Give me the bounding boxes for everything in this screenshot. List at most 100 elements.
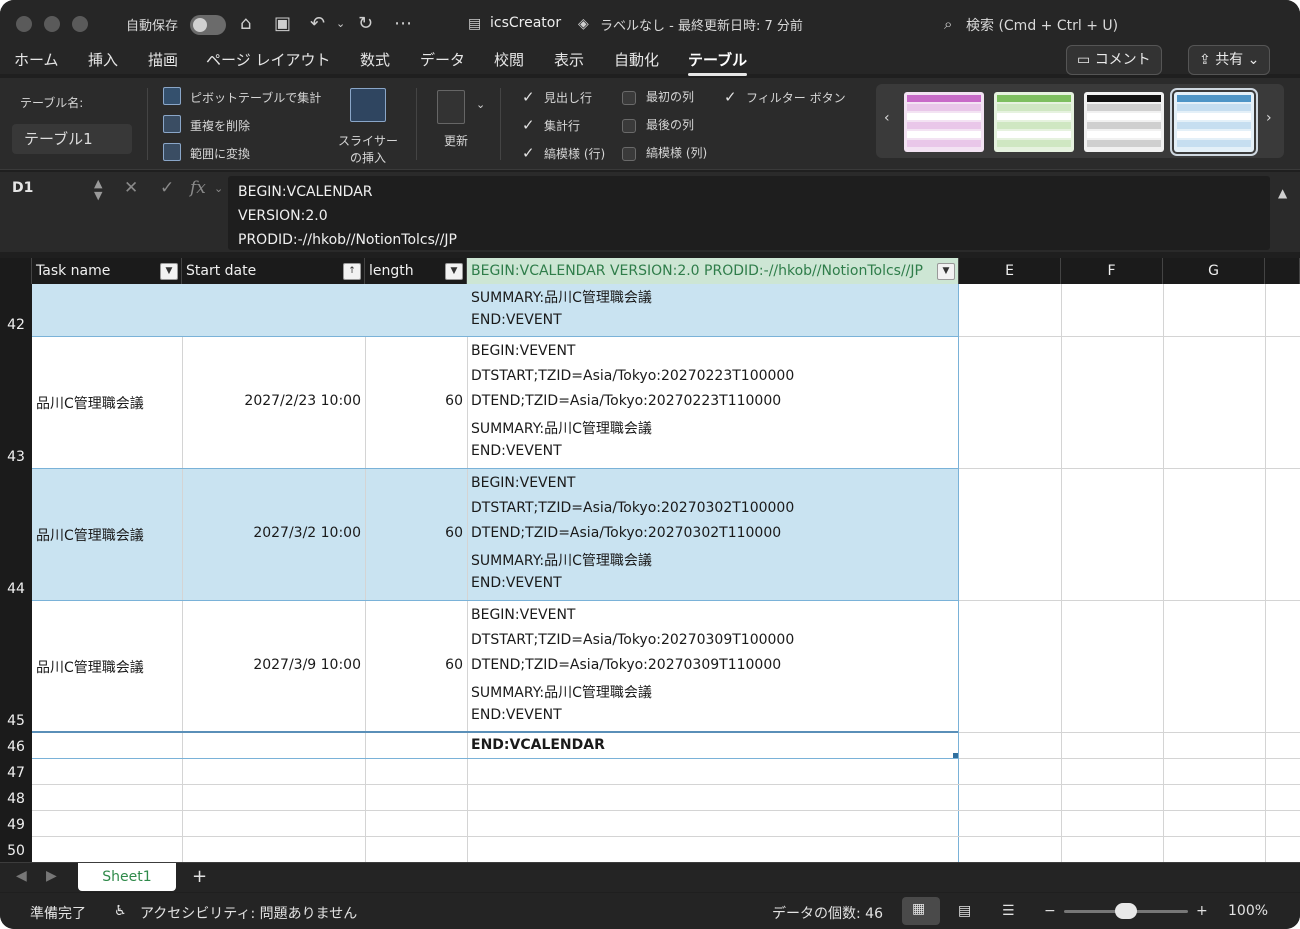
filter-dropdown-icon[interactable]: ▼ [160,263,178,280]
zoom-out-button[interactable]: − [1044,903,1056,919]
row-header-47[interactable]: 47 [0,758,32,784]
column-header-start-date[interactable]: Start date ↑ [182,258,365,284]
remove-duplicates-button[interactable]: 重複を削除 [190,117,250,134]
cancel-icon[interactable]: ✕ [124,178,138,198]
enter-icon[interactable]: ✓ [160,178,174,198]
cell-start-date[interactable]: 2027/3/2 10:00 [186,525,361,541]
more-icon[interactable]: ⋯ [394,12,412,36]
first-column-checkbox[interactable]: 最初の列 [622,88,694,105]
tab-view[interactable]: 表示 [554,49,584,70]
undo-icon[interactable]: ↶ [310,12,325,36]
table-resize-handle[interactable] [953,753,958,758]
cell-task-name[interactable]: 品川C管理職会議 [36,393,144,413]
cell-length[interactable]: 60 [369,525,463,541]
column-header-task-name[interactable]: Task name ▼ [32,258,182,284]
page-layout-view-icon[interactable]: ▤ [958,903,971,919]
select-all-corner[interactable] [0,258,32,284]
cell-d43-line[interactable]: END:VEVENT [471,443,562,459]
row-header-43[interactable]: 43 [0,336,32,468]
column-header-length[interactable]: length ▼ [365,258,467,284]
zoom-window-button[interactable] [72,16,88,32]
row-header-49[interactable]: 49 [0,810,32,836]
tab-formulas[interactable]: 数式 [360,49,390,70]
banded-columns-checkbox[interactable]: 縞模様 (列) [622,144,707,161]
row-header-44[interactable]: 44 [0,468,32,600]
filter-dropdown-icon[interactable]: ▼ [937,263,955,280]
collapse-formula-icon[interactable]: ▲ [1278,186,1287,200]
zoom-level[interactable]: 100% [1228,903,1268,919]
row-header-45[interactable]: 45 [0,600,32,732]
last-column-checkbox[interactable]: 最後の列 [622,116,694,133]
comment-button[interactable]: ▭ コメント [1066,45,1162,75]
add-sheet-button[interactable]: + [192,866,207,887]
cell-d43-line[interactable]: DTEND;TZID=Asia/Tokyo:20270223T110000 [471,393,781,409]
minimize-window-button[interactable] [44,16,60,32]
header-row-checkbox[interactable]: ✓ 見出し行 [522,88,592,106]
share-button[interactable]: ⇪ 共有 ⌄ [1188,45,1271,75]
accessibility-icon[interactable]: ♿ [114,903,127,919]
gallery-prev-icon[interactable]: ‹ [884,110,890,126]
sheet-tab-sheet1[interactable]: Sheet1 [78,863,176,891]
close-window-button[interactable] [16,16,32,32]
cell-d45-line[interactable]: DTSTART;TZID=Asia/Tokyo:20270309T100000 [471,632,794,648]
total-row-checkbox[interactable]: ✓ 集計行 [522,116,580,134]
refresh-button[interactable]: 更新 [444,132,468,149]
gallery-next-icon[interactable]: › [1266,110,1272,126]
insert-slicer-button[interactable]: スライサー の挿入 [338,132,398,166]
count-summary[interactable]: データの個数: 46 [772,903,883,923]
tab-home[interactable]: ホーム [14,49,59,70]
save-icon[interactable]: ▣ [274,12,291,36]
sort-ascending-icon[interactable]: ↑ [343,263,361,280]
cell-d45-line[interactable]: DTEND;TZID=Asia/Tokyo:20270309T110000 [471,657,781,673]
cell-d44-line[interactable]: DTEND;TZID=Asia/Tokyo:20270302T110000 [471,525,781,541]
accessibility-status[interactable]: アクセシビリティ: 問題ありません [140,903,357,923]
table-style-blue-selected[interactable] [1170,88,1258,156]
row-header-50[interactable]: 50 [0,836,32,862]
cell-d43-line[interactable]: SUMMARY:品川C管理職会議 [471,418,652,438]
cell-d45-line[interactable]: BEGIN:VEVENT [471,607,576,623]
table-style-green[interactable] [994,92,1074,152]
page-break-view-icon[interactable]: ☰ [1002,903,1015,919]
column-header-d-selected[interactable]: BEGIN:VCALENDAR VERSION:2.0 PRODID:-//hk… [467,258,959,284]
summarize-pivot-button[interactable]: ピボットテーブルで集計 [190,89,321,106]
home-icon[interactable]: ⌂ [240,12,251,36]
cell-length[interactable]: 60 [369,393,463,409]
row-header-46[interactable]: 46 [0,732,32,758]
row-header-42[interactable]: 42 [0,284,32,336]
table-style-purple[interactable] [904,92,984,152]
cell-d44-line[interactable]: SUMMARY:品川C管理職会議 [471,550,652,570]
cell-d43-line[interactable]: BEGIN:VEVENT [471,343,576,359]
filter-button-checkbox[interactable]: ✓ フィルター ボタン [724,88,846,106]
worksheet-grid[interactable]: Task name ▼ Start date ↑ length ▼ BEGIN:… [0,258,1300,862]
zoom-in-button[interactable]: + [1196,903,1208,919]
cell-d42-line[interactable]: SUMMARY:品川C管理職会議 [471,287,652,307]
cell-d45-line[interactable]: SUMMARY:品川C管理職会議 [471,682,652,702]
normal-view-button[interactable]: ▦ [902,897,940,925]
table-style-black[interactable] [1084,92,1164,152]
redo-icon[interactable]: ↻ [358,12,373,36]
function-dropdown-icon[interactable]: ⌄ [214,182,223,195]
cell-start-date[interactable]: 2027/2/23 10:00 [186,393,361,409]
column-header-h[interactable] [1265,258,1300,284]
next-sheet-icon[interactable]: ▶ [46,868,57,884]
tab-page-layout[interactable]: ページ レイアウト [206,49,330,70]
name-box-stepper-icon[interactable]: ▲ ▼ [94,178,102,202]
convert-to-range-button[interactable]: 範囲に変換 [190,145,250,162]
tab-data[interactable]: データ [420,49,465,70]
column-header-g[interactable]: G [1163,258,1265,284]
zoom-slider-thumb[interactable] [1115,903,1137,919]
cell-d44-line[interactable]: END:VEVENT [471,575,562,591]
name-box[interactable]: D1 [12,180,33,196]
column-header-e[interactable]: E [959,258,1061,284]
banded-rows-checkbox[interactable]: ✓ 縞模様 (行) [522,144,605,162]
cell-d45-line[interactable]: END:VEVENT [471,707,562,723]
refresh-dropdown-icon[interactable]: ⌄ [476,98,485,111]
search-field[interactable]: 検索 (Cmd + Ctrl + U) [966,15,1118,35]
table-name-input[interactable]: テーブル1 [12,124,132,154]
row-header-48[interactable]: 48 [0,784,32,810]
column-header-f[interactable]: F [1061,258,1163,284]
cell-d44-line[interactable]: DTSTART;TZID=Asia/Tokyo:20270302T100000 [471,500,794,516]
cell-d44-line[interactable]: BEGIN:VEVENT [471,475,576,491]
cell-length[interactable]: 60 [369,657,463,673]
tab-table[interactable]: テーブル [688,49,748,76]
